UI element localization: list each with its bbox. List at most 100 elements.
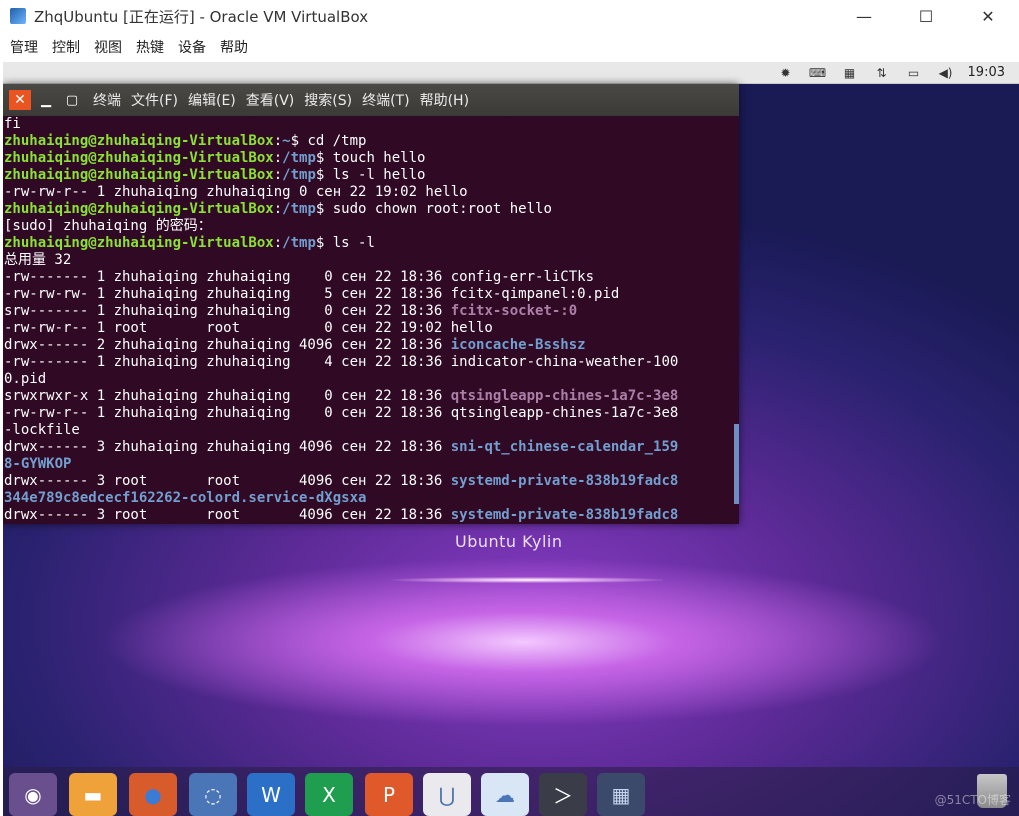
terminal-text-segment: srw------- 1 zhuhaiqing zhuhaiqing 0 сен… <box>4 303 451 319</box>
terminal-text-segment: : <box>273 133 283 149</box>
terminal-line: drwx------ 3 zhuhaiqing zhuhaiqing 4096 … <box>4 439 739 456</box>
terminal-menu-view[interactable]: 查看(V) <box>246 90 295 110</box>
search-tool-icon[interactable]: ◌ <box>189 773 237 816</box>
terminal-text-segment: drwx------ 2 zhuhaiqing zhuhaiqing 4096 … <box>4 337 451 353</box>
presentation-icon[interactable]: P <box>365 773 413 816</box>
writer-icon[interactable]: W <box>247 773 295 816</box>
keyboard-icon[interactable]: ⌨ <box>808 66 828 80</box>
terminal-text-segment: $ ls -l hello <box>315 167 426 183</box>
terminal-close-button[interactable]: ✕ <box>9 90 31 110</box>
terminal-line: srw------- 1 zhuhaiqing zhuhaiqing 0 сен… <box>4 303 739 320</box>
terminal-line: drwx------ 3 root root 4096 сен 22 18:36… <box>4 473 739 490</box>
clock[interactable]: 19:03 <box>968 65 1005 80</box>
terminal-line: [sudo] zhuhaiqing 的密码： <box>4 218 739 235</box>
terminal-text-segment: ~ <box>282 133 291 149</box>
network-icon[interactable]: ⇅ <box>872 66 892 80</box>
host-titlebar: ZhqUbuntu [正在运行] - Oracle VM VirtualBox … <box>0 0 1019 32</box>
terminal-line: zhuhaiqing@zhuhaiqing-VirtualBox:~$ cd /… <box>4 133 739 150</box>
terminal-text-segment: $ sudo chown root:root hello <box>315 201 552 217</box>
menu-help[interactable]: 帮助 <box>220 37 248 57</box>
terminal-line: fi <box>4 116 739 133</box>
terminal-text-segment: iconcache-Bsshsz <box>450 337 586 353</box>
terminal-text-segment: : <box>273 201 283 217</box>
minimize-button[interactable]: — <box>833 0 895 32</box>
terminal-text-segment: drwx------ 3 root root 4096 сен 22 18:36 <box>4 473 451 489</box>
terminal-text-segment: : <box>273 235 283 251</box>
terminal-text-segment: zhuhaiqing@zhuhaiqing-VirtualBox <box>4 150 274 166</box>
terminal-minimize-button[interactable]: ▁ <box>35 90 57 110</box>
terminal-text-segment: drwx------ 3 root root 4096 сен 22 18:36 <box>4 507 451 523</box>
terminal-icon[interactable]: ＞ <box>539 773 587 816</box>
terminal-text-segment: -lockfile <box>4 422 80 438</box>
terminal-text-segment: zhuhaiqing@zhuhaiqing-VirtualBox <box>4 201 274 217</box>
battery-icon[interactable]: ▭ <box>904 66 924 80</box>
wallpaper-light-streak <box>393 577 663 583</box>
terminal-text-segment: fi <box>4 116 21 132</box>
terminal-line: zhuhaiqing@zhuhaiqing-VirtualBox:/tmp$ l… <box>4 167 739 184</box>
menu-manage[interactable]: 管理 <box>10 37 38 57</box>
watermark-text: @51CTO博客 <box>934 793 1011 807</box>
terminal-menu-terminal[interactable]: 终端(T) <box>362 90 409 110</box>
terminal-text-segment: : <box>273 167 283 183</box>
terminal-line: -rw-rw-r-- 1 zhuhaiqing zhuhaiqing 0 сен… <box>4 405 739 422</box>
terminal-line: -lockfile <box>4 422 739 439</box>
terminal-line: drwx------ 2 zhuhaiqing zhuhaiqing 4096 … <box>4 337 739 354</box>
terminal-line: 8-GYWKOP <box>4 456 739 473</box>
terminal-output[interactable]: fi zhuhaiqing@zhuhaiqing-VirtualBox:~$ cd… <box>3 116 739 524</box>
volume-icon[interactable]: ◀) <box>936 66 956 80</box>
terminal-text-segment: qtsingleapp-chines-1a7c-3e8 <box>450 388 679 404</box>
terminal-text-segment: /tmp <box>282 235 316 251</box>
terminal-text-segment: -rw-rw-r-- 1 root root 0 сен 22 19:02 he… <box>4 320 493 336</box>
terminal-text-segment: zhuhaiqing@zhuhaiqing-VirtualBox <box>4 235 274 251</box>
terminal-window[interactable]: ✕ ▁ ▢ 终端 文件(F) 编辑(E) 查看(V) 搜索(S) 终端(T) 帮… <box>3 84 739 524</box>
launcher-dock: ◉ ▬ ● ◌ W X P ⋃ ☁ ＞ ▦ <box>3 767 1019 816</box>
terminal-line: srwxrwxr-x 1 zhuhaiqing zhuhaiqing 0 сен… <box>4 388 739 405</box>
terminal-text-segment: 0.pid <box>4 371 47 387</box>
calendar-icon[interactable]: ▦ <box>840 66 860 80</box>
software-center-icon[interactable]: ⋃ <box>423 773 471 816</box>
terminal-line: drwx------ 3 root root 4096 сен 22 18:36… <box>4 507 739 524</box>
workspace-switcher-icon[interactable]: ▦ <box>597 773 645 816</box>
terminal-text-segment: -rw-rw-rw- 1 zhuhaiqing zhuhaiqing 5 сен… <box>4 286 620 302</box>
terminal-menu-help[interactable]: 帮助(H) <box>420 90 469 110</box>
terminal-text-segment: /tmp <box>282 201 316 217</box>
terminal-text-segment: $ ls -l <box>315 235 375 251</box>
terminal-line: -rw-rw-r-- 1 root root 0 сен 22 19:02 he… <box>4 320 739 337</box>
menu-control[interactable]: 控制 <box>52 37 80 57</box>
maximize-button[interactable]: ☐ <box>895 0 957 32</box>
dash-home-icon[interactable]: ◉ <box>9 773 57 816</box>
terminal-text-segment: $ touch hello <box>315 150 426 166</box>
menu-view[interactable]: 视图 <box>94 37 122 57</box>
vm-guest-screen[interactable]: ✹ ⌨ ▦ ⇅ ▭ ◀) 19:03 Ubuntu Kylin ✕ ▁ ▢ 终端… <box>3 62 1019 816</box>
terminal-line: zhuhaiqing@zhuhaiqing-VirtualBox:/tmp$ t… <box>4 150 739 167</box>
browser-icon[interactable]: ● <box>129 773 177 816</box>
terminal-line: 总用量 32 <box>4 252 739 269</box>
terminal-text-segment: systemd-private-838b19fadc8 <box>450 507 679 523</box>
menu-devices[interactable]: 设备 <box>178 37 206 57</box>
terminal-maximize-button[interactable]: ▢ <box>61 90 83 110</box>
window-controls: — ☐ ✕ <box>833 0 1019 32</box>
cloud-icon[interactable]: ☁ <box>481 773 529 816</box>
terminal-menu-edit[interactable]: 编辑(E) <box>188 90 236 110</box>
terminal-line: -rw------- 1 zhuhaiqing zhuhaiqing 0 сен… <box>4 269 739 286</box>
terminal-text-segment: [sudo] zhuhaiqing 的密码： <box>4 218 212 234</box>
menu-hotkeys[interactable]: 热键 <box>136 37 164 57</box>
files-folder-icon[interactable]: ▬ <box>69 773 117 816</box>
terminal-line: 0.pid <box>4 371 739 388</box>
terminal-menu-file[interactable]: 文件(F) <box>131 90 178 110</box>
spreadsheet-icon[interactable]: X <box>305 773 353 816</box>
host-menubar: 管理 控制 视图 热键 设备 帮助 <box>0 32 1019 62</box>
terminal-text-segment: -rw------- 1 zhuhaiqing zhuhaiqing 4 сен… <box>4 354 679 370</box>
terminal-menubar: 终端 文件(F) 编辑(E) 查看(V) 搜索(S) 终端(T) 帮助(H) <box>93 90 479 110</box>
terminal-menu-search[interactable]: 搜索(S) <box>304 90 352 110</box>
terminal-line: zhuhaiqing@zhuhaiqing-VirtualBox:/tmp$ s… <box>4 201 739 218</box>
terminal-text-segment: sni-qt_chinese-calendar_159 <box>450 439 679 455</box>
settings-icon[interactable]: ✹ <box>776 66 796 80</box>
terminal-text-segment: /tmp <box>282 167 316 183</box>
terminal-text-segment: srwxrwxr-x 1 zhuhaiqing zhuhaiqing 0 сен… <box>4 388 451 404</box>
terminal-text-segment: $ cd /tmp <box>290 133 367 149</box>
terminal-text-segment: -rw-rw-r-- 1 zhuhaiqing zhuhaiqing 0 сен… <box>4 405 679 421</box>
terminal-line: 344e789c8edcecf162262-colord.service-dXg… <box>4 490 739 507</box>
terminal-scrollbar[interactable] <box>734 424 739 504</box>
close-button[interactable]: ✕ <box>957 0 1019 32</box>
